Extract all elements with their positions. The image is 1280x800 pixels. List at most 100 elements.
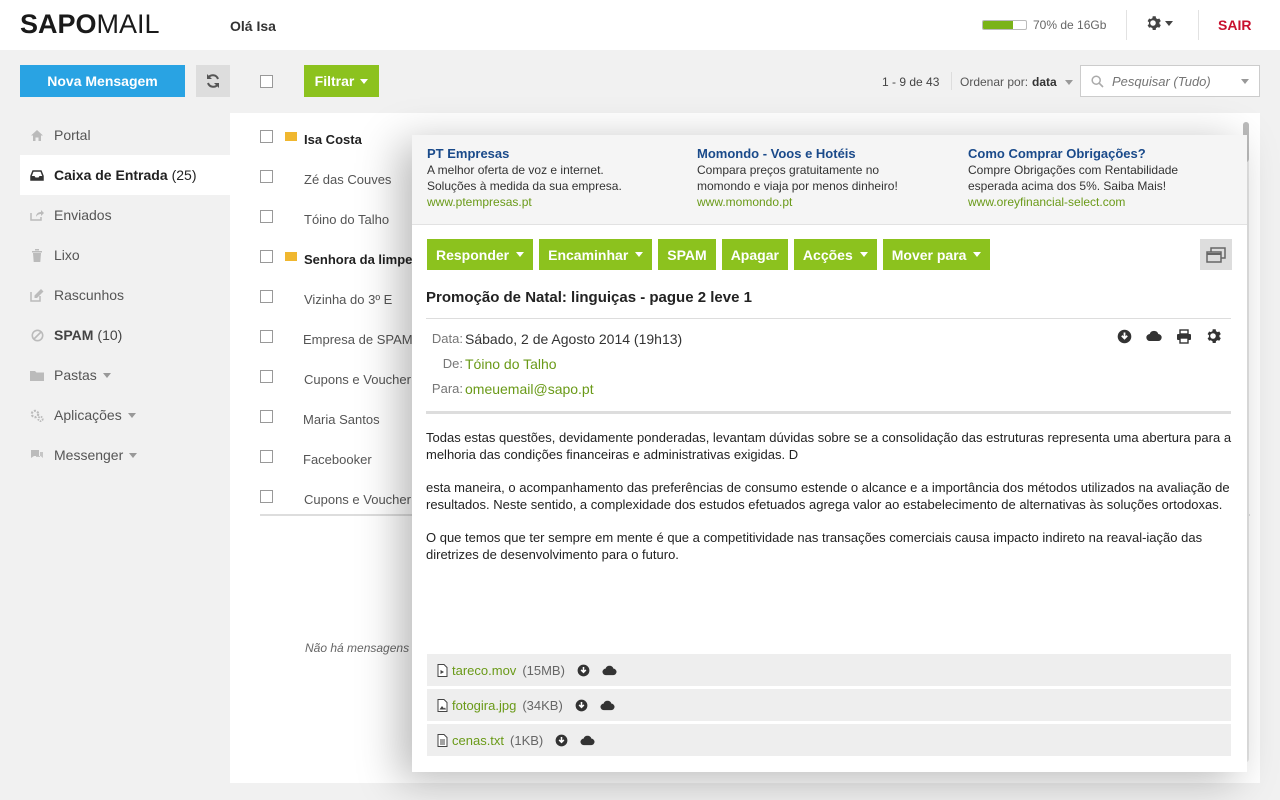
download-icon[interactable] xyxy=(575,699,588,712)
header-divider xyxy=(1126,10,1127,40)
search-icon xyxy=(1091,74,1104,88)
row-checkbox[interactable] xyxy=(260,170,273,183)
email-from-row: De: Tóino do Talho xyxy=(442,356,557,372)
gear-icon[interactable] xyxy=(1206,328,1222,344)
row-checkbox[interactable] xyxy=(260,330,273,343)
folder-icon xyxy=(30,368,44,382)
chevron-down-icon xyxy=(1165,20,1173,26)
sidebar-item-portal[interactable]: Portal xyxy=(20,115,230,155)
gear-icon xyxy=(1147,16,1161,30)
folder-sidebar: Portal Caixa de Entrada (25) Enviados Li… xyxy=(20,115,230,475)
cloud-icon[interactable] xyxy=(1146,330,1162,342)
print-icon[interactable] xyxy=(1176,328,1192,344)
sidebar-item-drafts[interactable]: Rascunhos xyxy=(20,275,230,315)
sidebar-item-messenger[interactable]: Messenger xyxy=(20,435,230,475)
sidebar-item-folders[interactable]: Pastas xyxy=(20,355,230,395)
sponsored-links: PT Empresas A melhor oferta de voz e int… xyxy=(412,135,1247,225)
move-to-button[interactable]: Mover para xyxy=(882,239,991,270)
chevron-down-icon xyxy=(360,78,369,84)
row-checkbox[interactable] xyxy=(260,210,273,223)
refresh-icon xyxy=(207,74,219,88)
ad-item[interactable]: Como Comprar Obrigações? Compre Obrigaçõ… xyxy=(968,146,1228,210)
quota-text: 70% de 16Gb xyxy=(1033,18,1107,32)
email-date-row: Data: Sábado, 2 de Agosto 2014 (19h13) xyxy=(431,331,683,347)
settings-menu-button[interactable] xyxy=(1146,15,1173,31)
recipient-link[interactable]: omeuemail@sapo.pt xyxy=(465,381,594,397)
chevron-down-icon xyxy=(516,252,525,257)
blocked-icon xyxy=(30,328,44,342)
filter-button[interactable]: Filtrar xyxy=(304,65,379,97)
email-body: Todas estas questões, devidamente ponder… xyxy=(426,430,1232,562)
message-preview-panel: PT Empresas A melhor oferta de voz e int… xyxy=(412,135,1247,772)
sapomail-logo[interactable]: SAPOMAIL xyxy=(20,9,160,40)
home-icon xyxy=(30,128,44,142)
video-file-icon xyxy=(437,663,448,677)
row-checkbox[interactable] xyxy=(260,130,273,143)
sidebar-item-apps[interactable]: Aplicações xyxy=(20,395,230,435)
inbox-icon xyxy=(30,168,44,182)
sender-link[interactable]: Tóino do Talho xyxy=(465,356,557,372)
row-checkbox[interactable] xyxy=(260,250,273,263)
cloud-icon[interactable] xyxy=(600,700,615,711)
unread-envelope-icon xyxy=(285,132,297,141)
more-actions-button[interactable]: Acções xyxy=(793,239,877,270)
sidebar-item-spam[interactable]: SPAM (10) xyxy=(20,315,230,355)
delete-button[interactable]: Apagar xyxy=(721,239,788,270)
row-checkbox[interactable] xyxy=(260,490,273,503)
quota-bar xyxy=(982,20,1027,30)
message-tools xyxy=(1117,328,1222,344)
user-greeting: Olá Isa xyxy=(230,18,276,34)
chevron-down-icon xyxy=(129,452,138,458)
attachment-item[interactable]: tareco.mov (15MB) xyxy=(427,654,1231,686)
row-checkbox[interactable] xyxy=(260,290,273,303)
chevron-down-icon xyxy=(127,412,136,418)
popout-window-icon xyxy=(1206,246,1226,263)
refresh-button[interactable] xyxy=(196,65,230,97)
divider xyxy=(426,411,1231,414)
ad-item[interactable]: Momondo - Voos e Hotéis Compara preços g… xyxy=(697,146,957,210)
sidebar-item-inbox[interactable]: Caixa de Entrada (25) xyxy=(20,155,230,195)
storage-quota: 70% de 16Gb xyxy=(982,18,1106,32)
quota-fill xyxy=(983,21,1014,29)
email-to-row: Para: omeuemail@sapo.pt xyxy=(431,381,594,397)
download-icon[interactable] xyxy=(555,734,568,747)
chevron-down-icon xyxy=(102,372,111,378)
cogs-icon xyxy=(30,408,44,422)
new-message-button[interactable]: Nova Mensagem xyxy=(20,65,185,97)
select-all-checkbox[interactable] xyxy=(260,75,273,88)
header-divider xyxy=(1198,10,1199,40)
spam-button[interactable]: SPAM xyxy=(658,239,716,270)
message-actions: Responder Encaminhar SPAM Apagar Acções … xyxy=(427,239,991,270)
chat-icon xyxy=(30,448,44,462)
cloud-icon[interactable] xyxy=(602,665,617,676)
popout-window-button[interactable] xyxy=(1200,239,1232,270)
sidebar-item-trash[interactable]: Lixo xyxy=(20,235,230,275)
cloud-icon[interactable] xyxy=(580,735,595,746)
sidebar-item-sent[interactable]: Enviados xyxy=(20,195,230,235)
row-checkbox[interactable] xyxy=(260,450,273,463)
search-input[interactable] xyxy=(1112,73,1232,89)
chevron-down-icon xyxy=(859,252,868,257)
pagination-info: 1 - 9 de 43 xyxy=(882,75,940,89)
image-file-icon xyxy=(437,698,448,712)
sort-dropdown[interactable]: Ordenar por: data xyxy=(960,75,1073,89)
chevron-down-icon xyxy=(1064,79,1073,85)
chevron-down-icon xyxy=(635,252,644,257)
trash-icon xyxy=(30,248,44,262)
search-box[interactable] xyxy=(1080,65,1260,97)
forward-button[interactable]: Encaminhar xyxy=(539,239,653,270)
attachment-item[interactable]: cenas.txt (1KB) xyxy=(427,724,1231,756)
download-icon[interactable] xyxy=(577,664,590,677)
chevron-down-icon[interactable] xyxy=(1241,79,1249,84)
toolbar-divider xyxy=(951,72,952,90)
text-file-icon xyxy=(437,733,448,747)
download-icon[interactable] xyxy=(1117,329,1132,344)
ad-item[interactable]: PT Empresas A melhor oferta de voz e int… xyxy=(427,146,687,210)
no-messages-text: Não há mensagens s xyxy=(305,641,419,655)
attachment-item[interactable]: fotogira.jpg (34KB) xyxy=(427,689,1231,721)
row-checkbox[interactable] xyxy=(260,410,273,423)
edit-icon xyxy=(30,288,44,302)
reply-button[interactable]: Responder xyxy=(427,239,534,270)
logout-button[interactable]: SAIR xyxy=(1218,17,1251,33)
row-checkbox[interactable] xyxy=(260,370,273,383)
